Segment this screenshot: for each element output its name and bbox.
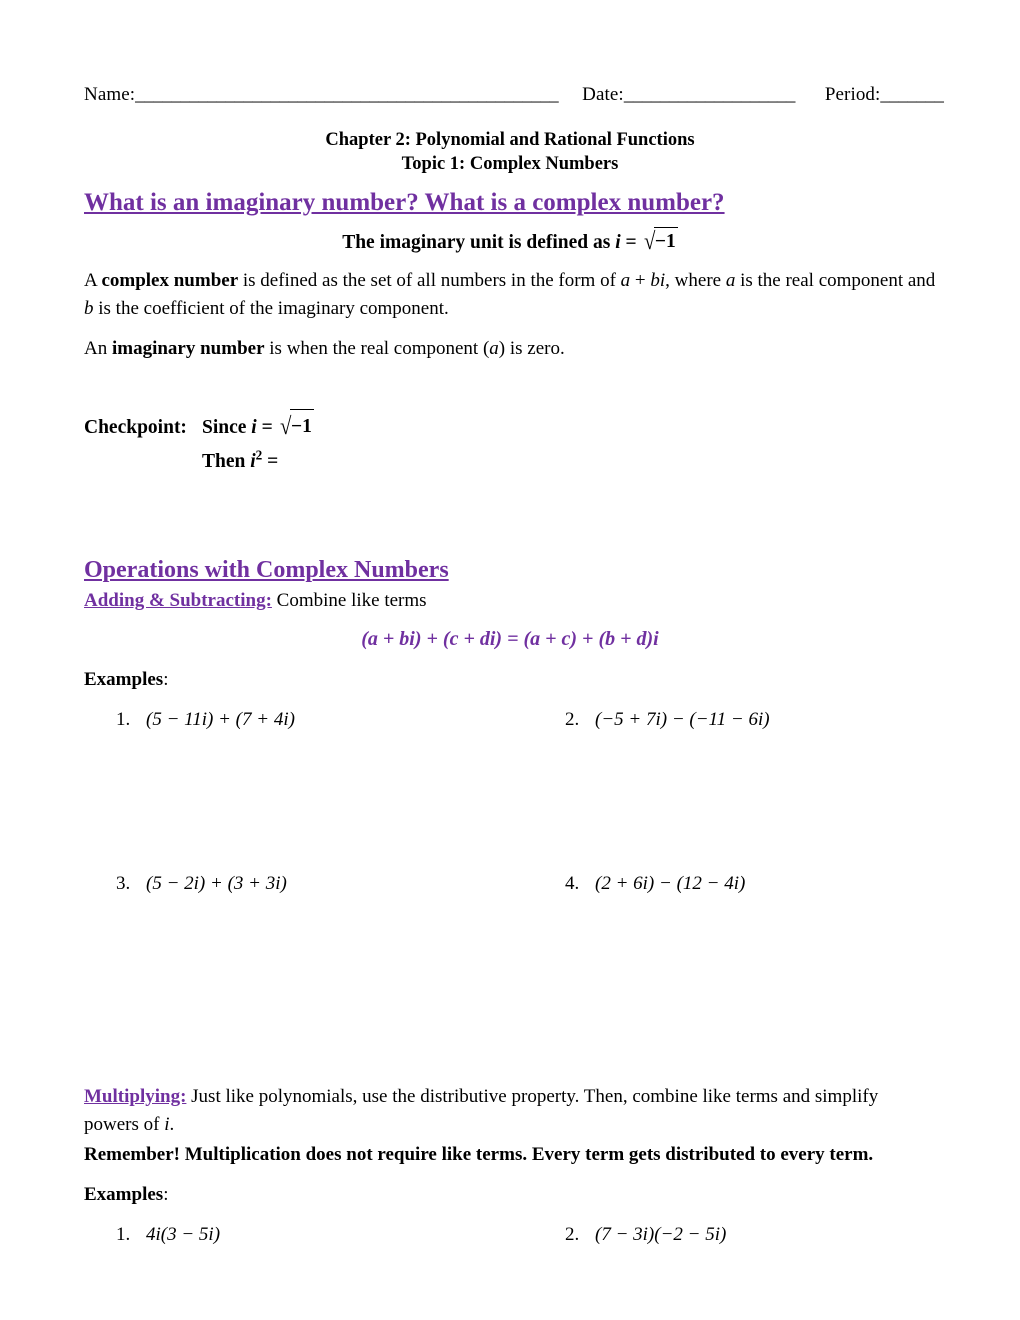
addition-formula-text: (a + bi) + (c + di) = (a + c) + (b + d)i [361, 628, 659, 650]
problem-item[interactable]: 2. (7 − 3i)(−2 − 5i) [565, 1222, 726, 1248]
problem-item[interactable]: 4. (2 + 6i) − (12 − 4i) [565, 871, 745, 897]
problem-number: 2. [565, 1224, 580, 1245]
section-imaginary-heading: What is an imaginary number? What is a c… [84, 189, 725, 216]
problem-expression: (5 − 2i) + (3 + 3i) [146, 873, 287, 894]
examples-word: Examples [84, 1184, 164, 1205]
checkpoint-then-equals: = [262, 451, 279, 472]
name-label: Name: [84, 84, 136, 105]
complex-form-plus: + [630, 270, 651, 291]
problem-expression: (5 − 11i) + (7 + 4i) [146, 709, 295, 730]
complex-text-b: is defined as the set of all numbers in … [238, 270, 621, 291]
examples-word: Examples [84, 669, 164, 690]
checkpoint-then-text: Then [202, 451, 251, 472]
multiplying-description-b: . [169, 1114, 175, 1135]
addition-formula: (a + bi) + (c + di) = (a + c) + (b + d)i [84, 625, 936, 653]
operations-section: Operations with Complex Numbers Adding &… [84, 555, 936, 1021]
adding-subtracting-description: Combine like terms [271, 590, 427, 611]
problem-row-3: 1. 4i(3 − 5i) 2. (7 − 3i)(−2 − 5i) [84, 1222, 936, 1262]
multiplying-line: Multiplying: Just like polynomials, use … [84, 1083, 936, 1139]
problem-item[interactable]: 1. (5 − 11i) + (7 + 4i) [116, 707, 295, 733]
problem-item[interactable]: 2. (−5 + 7i) − (−11 − 6i) [565, 707, 770, 733]
problem-number: 2. [565, 709, 580, 730]
name-blank[interactable]: ________________________________________… [135, 84, 559, 105]
problem-expression: (2 + 6i) − (12 − 4i) [595, 873, 746, 894]
complex-form-a: a [620, 270, 631, 291]
examples-label-adding: Examples: [84, 667, 936, 693]
complex-var-a: a [725, 270, 736, 291]
adding-subtracting-line: Adding & Subtracting: Combine like terms [84, 587, 936, 615]
operations-heading-wrap: Operations with Complex Numbers [84, 555, 936, 585]
complex-text-c: , where [665, 270, 726, 291]
operations-heading: Operations with Complex Numbers [84, 557, 449, 583]
checkpoint-line-2: Then i2 = [84, 445, 936, 479]
imaginary-text-a: An [84, 338, 112, 359]
complex-number-term: complex number [101, 270, 239, 291]
problem-number: 3. [116, 873, 131, 894]
student-info-line: Name:___________________________________… [84, 82, 944, 108]
checkpoint-radicand: −1 [289, 409, 314, 444]
problem-number: 1. [116, 1224, 131, 1245]
imaginary-unit-equals: = [620, 232, 642, 253]
examples-label-multiplying: Examples: [84, 1182, 936, 1208]
problem-row-1: 1. (5 − 11i) + (7 + 4i) 2. (−5 + 7i) − (−1… [84, 707, 936, 857]
adding-subtracting-label: Adding & Subtracting: [84, 590, 272, 611]
multiplying-label: Multiplying: [84, 1086, 187, 1107]
problem-item[interactable]: 3. (5 − 2i) + (3 + 3i) [116, 871, 287, 897]
remember-note: Remember! Multiplication does not requir… [84, 1144, 874, 1165]
radical-radicand: −1 [653, 227, 678, 256]
checkpoint-radical-expression: √−1 [278, 409, 314, 445]
date-label: Date: [582, 84, 624, 105]
chapter-line: Chapter 2: Polynomial and Rational Funct… [325, 130, 695, 150]
problem-item[interactable]: 1. 4i(3 − 5i) [116, 1222, 220, 1248]
examples-colon: : [163, 1184, 169, 1205]
period-label: Period: [824, 84, 881, 105]
examples-colon: : [163, 669, 169, 690]
complex-text-e: is the coefficient of the imaginary comp… [93, 298, 449, 319]
radical-expression: √−1 [642, 227, 678, 257]
complex-text-a: A [84, 270, 102, 291]
imaginary-unit-definition: The imaginary unit is defined as i = √−1 [84, 227, 936, 257]
worksheet-page: Name:___________________________________… [0, 0, 1020, 1320]
imaginary-var-a: a [489, 338, 499, 359]
period-blank[interactable]: _______ [880, 84, 944, 105]
complex-form-bi: bi [650, 270, 666, 291]
checkpoint-line-1: Checkpoint: Since i = √−1 [84, 409, 936, 445]
multiplying-section: Multiplying: Just like polynomials, use … [84, 1083, 936, 1262]
imaginary-number-term: imaginary number [111, 338, 265, 359]
imaginary-number-paragraph: An imaginary number is when the real com… [84, 335, 936, 363]
checkpoint-label: Checkpoint: [84, 417, 187, 438]
problem-expression: 4i(3 − 5i) [146, 1224, 221, 1245]
chapter-title-block: Chapter 2: Polynomial and Rational Funct… [84, 128, 936, 176]
problem-expression: (−5 + 7i) − (−11 − 6i) [595, 709, 770, 730]
problem-row-2: 3. (5 − 2i) + (3 + 3i) 4. (2 + 6i) − (12 −… [84, 871, 936, 1021]
complex-number-paragraph: A complex number is defined as the set o… [84, 267, 936, 323]
checkpoint-since-equals: = [256, 417, 278, 438]
problem-number: 4. [565, 873, 580, 894]
topic-line: Topic 1: Complex Numbers [401, 154, 619, 174]
date-blank[interactable]: ___________________ [624, 84, 796, 105]
complex-text-d: is the real component and [735, 270, 936, 291]
page-content: Name:___________________________________… [84, 82, 944, 1262]
checkpoint-block: Checkpoint: Since i = √−1 Then i2 = [84, 409, 936, 479]
multiplying-description-a: Just like polynomials, use the distribut… [84, 1086, 879, 1135]
problem-expression: (7 − 3i)(−2 − 5i) [595, 1224, 727, 1245]
imaginary-text-c: ) is zero. [498, 338, 565, 359]
imaginary-unit-text: The imaginary unit is defined as [342, 232, 616, 253]
problem-number: 1. [116, 709, 131, 730]
checkpoint-since-text: Since [202, 417, 252, 438]
section-imaginary-heading-wrap: What is an imaginary number? What is a c… [84, 176, 936, 218]
complex-var-b: b [84, 298, 94, 319]
imaginary-text-b: is when the real component ( [264, 338, 490, 359]
